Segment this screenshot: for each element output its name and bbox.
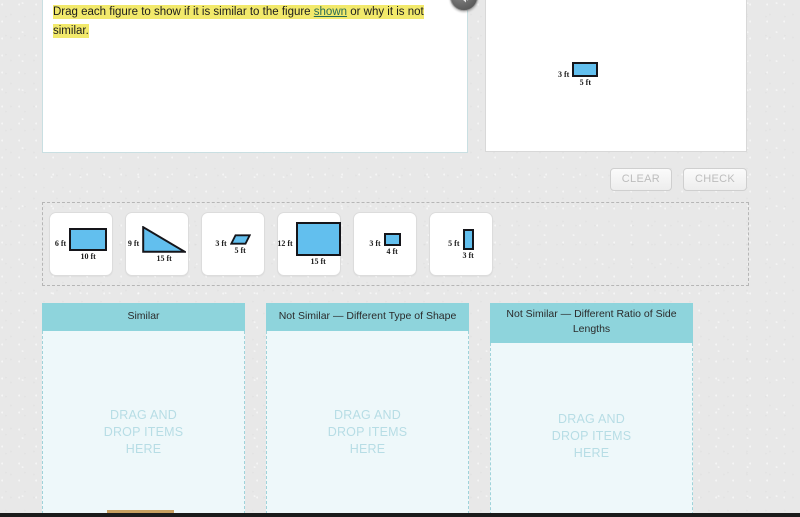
drop-zone[interactable]: DRAG AND DROP ITEMS HERE <box>266 331 469 517</box>
drop-category-title: Not Similar — Different Type of Shape <box>266 303 469 331</box>
figure-side-label: 3 ft <box>215 239 227 248</box>
figure-tile[interactable]: 12 ft 15 ft <box>277 212 341 276</box>
reference-figure-rectangle <box>572 62 599 77</box>
figure-shape-group: 10 ft <box>69 227 108 261</box>
reference-figure: 3 ft 5 ft <box>558 62 599 87</box>
figure-shape-triangle <box>142 225 187 253</box>
figure-rectangle: 5 ft 3 ft <box>448 228 474 260</box>
figure-shape-rectangle <box>383 232 401 246</box>
drop-category-title: Similar <box>42 303 245 331</box>
figure-tile[interactable]: 3 ft 5 ft <box>201 212 265 276</box>
figure-shape-parallelogram <box>229 233 251 245</box>
figure-base-label: 4 ft <box>386 246 398 256</box>
drop-zone-placeholder: DRAG AND DROP ITEMS HERE <box>327 407 408 456</box>
drop-category[interactable]: Not Similar — Different Type of Shape DRA… <box>266 303 469 517</box>
reference-figure-shape-group: 5 ft <box>572 62 599 87</box>
check-button[interactable]: CHECK <box>682 168 747 191</box>
drop-zone[interactable]: DRAG AND DROP ITEMS HERE <box>490 343 693 517</box>
figure-rectangle: 12 ft 15 ft <box>277 222 341 266</box>
instruction-text: Drag each figure to show if it is simila… <box>53 5 424 38</box>
figure-shape-group: 5 ft <box>229 233 251 255</box>
figure-side-label: 6 ft <box>54 239 67 248</box>
figure-base-label: 3 ft <box>462 250 474 260</box>
figure-base-label: 15 ft <box>156 253 172 263</box>
figure-base-label: 15 ft <box>310 257 326 266</box>
figure-shape-rectangle <box>462 228 474 250</box>
drop-zone-placeholder: DRAG AND DROP ITEMS HERE <box>103 407 184 456</box>
figure-shape-rectangle <box>295 222 341 256</box>
figure-parallelogram: 3 ft 5 ft <box>215 233 251 255</box>
action-buttons: CLEAR CHECK <box>609 168 747 191</box>
drop-category[interactable]: Similar DRAG AND DROP ITEMS HERE <box>42 303 245 517</box>
drop-category[interactable]: Not Similar — Different Ratio of Side Le… <box>490 303 693 517</box>
instruction-wrapper: Drag each figure to show if it is simila… <box>43 0 467 40</box>
speaker-icon <box>457 0 472 4</box>
reference-figure-width-label: 5 ft <box>579 78 591 87</box>
figure-shape-rectangle <box>69 227 108 251</box>
figure-side-label: 12 ft <box>277 239 293 248</box>
bottom-browser-bar <box>0 513 800 517</box>
figure-rectangle: 6 ft 10 ft <box>54 227 108 261</box>
figure-rectangle: 3 ft 4 ft <box>369 232 401 256</box>
figure-shape-group: 15 ft <box>142 225 187 263</box>
figure-shape-group: 15 ft <box>295 222 341 266</box>
figure-side-label: 3 ft <box>369 239 381 248</box>
figure-bank: 6 ft 10 ft 9 ft 15 ft 3 ft 5 ft 12 ft 15 ft 3 ft… <box>42 202 749 286</box>
drop-categories: Similar DRAG AND DROP ITEMS HERE Not Simil… <box>42 303 749 517</box>
clear-button[interactable]: CLEAR <box>609 168 672 191</box>
figure-base-label: 5 ft <box>234 245 246 255</box>
reference-figure-height-label: 3 ft <box>558 69 570 79</box>
figure-side-label: 9 ft <box>127 239 140 248</box>
figure-triangle: 9 ft 15 ft <box>127 225 187 263</box>
figure-side-label: 5 ft <box>448 239 460 248</box>
drop-zone-placeholder: DRAG AND DROP ITEMS HERE <box>551 411 632 460</box>
question-panel: Drag each figure to show if it is simila… <box>42 0 468 153</box>
figure-base-label: 10 ft <box>80 251 96 261</box>
figure-shape-group: 4 ft <box>383 232 401 256</box>
instruction-text-before: Drag each figure to show if it is simila… <box>53 6 314 18</box>
figure-tile[interactable]: 6 ft 10 ft <box>49 212 113 276</box>
figure-tile[interactable]: 9 ft 15 ft <box>125 212 189 276</box>
figure-tile[interactable]: 5 ft 3 ft <box>429 212 493 276</box>
top-area: Drag each figure to show if it is simila… <box>0 0 800 153</box>
figure-shape-group: 3 ft <box>462 228 474 260</box>
figure-tile[interactable]: 3 ft 4 ft <box>353 212 417 276</box>
drop-zone[interactable]: DRAG AND DROP ITEMS HERE <box>42 331 245 517</box>
reference-figure-panel: 3 ft 5 ft <box>485 0 747 152</box>
drop-category-title: Not Similar — Different Ratio of Side Le… <box>490 303 693 343</box>
shown-link[interactable]: shown <box>314 6 347 18</box>
